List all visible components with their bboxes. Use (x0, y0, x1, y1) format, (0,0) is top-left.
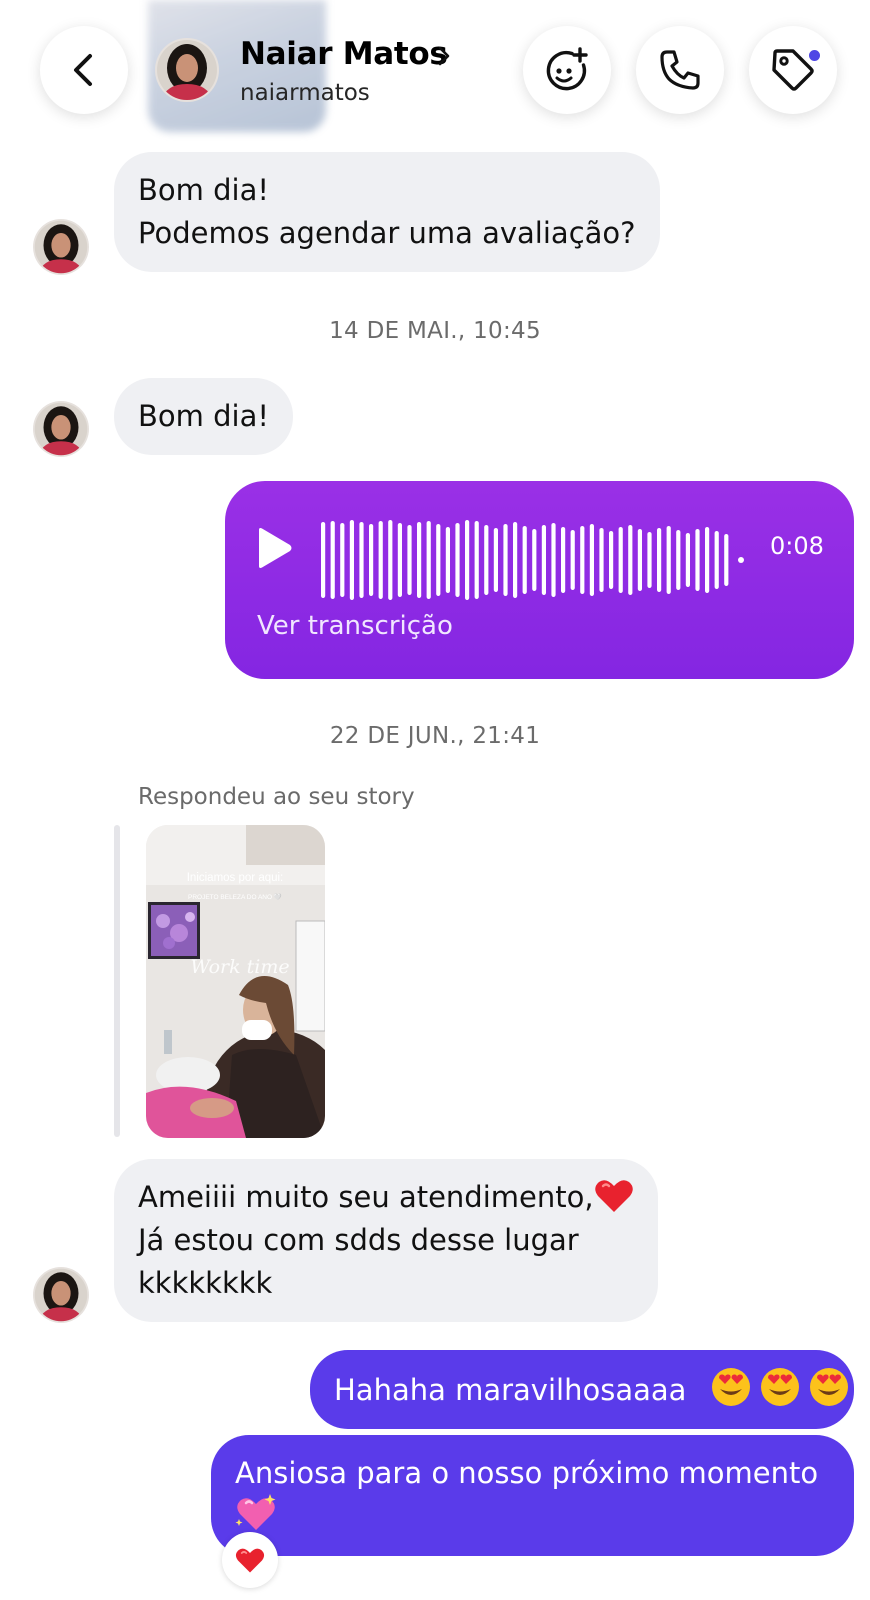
heart-eyes-emoji-icon (711, 1368, 750, 1406)
audio-call-button[interactable] (636, 26, 724, 114)
waveform-bar (359, 522, 364, 598)
waveform-bar (695, 529, 700, 591)
waveform-bar (397, 523, 402, 597)
waveform-bar (647, 532, 652, 588)
sparkling-heart-icon (235, 1494, 276, 1530)
story-thumbnail[interactable]: Iniciamos por aqui: PROJETO BELEZA DO AN… (146, 825, 325, 1138)
waveform-bar (474, 521, 479, 599)
heart-eyes-emoji-icon (761, 1368, 800, 1406)
message-bubble-outgoing[interactable]: Ansiosa para o nosso próximo momento (211, 1435, 854, 1556)
waveform-bar (340, 523, 345, 597)
waveform-bar (551, 523, 556, 597)
waveform-bar (455, 523, 460, 597)
tag-button[interactable] (749, 26, 837, 114)
story-overlay-script: Work time (190, 956, 289, 978)
message-text: Hahaha maravilhosaaaa (334, 1373, 687, 1407)
story-overlay-text: Iniciamos por aqui: (187, 872, 284, 884)
waveform-bar (465, 520, 470, 600)
waveform-bar (561, 527, 566, 593)
effects-button[interactable] (523, 26, 611, 114)
contact-name[interactable]: Naiar Matos (240, 36, 448, 72)
waveform-bar (714, 531, 719, 589)
message-bubble-incoming[interactable]: Ameiiii muito seu atendimento, Já estou … (114, 1159, 658, 1322)
message-bubble-incoming[interactable]: Bom dia! Podemos agendar uma avaliação? (114, 152, 660, 272)
waveform-bar (436, 524, 441, 596)
story-overlay-text: PROJETO BELEZA DO ANO 🤍 (188, 893, 283, 901)
waveform-bar (321, 522, 326, 598)
waveform-bar (522, 526, 527, 594)
waveform-bar (580, 526, 585, 594)
story-reply-label: Respondeu ao seu story (138, 784, 415, 810)
play-icon[interactable] (253, 526, 293, 570)
waveform-bar (666, 526, 671, 594)
waveform-bar (618, 527, 623, 593)
message-reaction[interactable] (222, 1532, 278, 1588)
timestamp: 14 DE MAI., 10:45 (329, 318, 541, 344)
red-heart-icon (235, 1548, 265, 1572)
waveform-bar (532, 529, 537, 591)
waveform-bar (388, 520, 393, 600)
reply-indicator-bar (114, 825, 120, 1137)
audio-message-bubble[interactable]: 0:08 Ver transcrição (225, 481, 854, 679)
waveform-bar (637, 529, 642, 591)
waveform-bar (589, 524, 594, 596)
waveform-bar (493, 528, 498, 592)
sender-avatar[interactable] (33, 1267, 89, 1323)
waveform-bar (378, 521, 383, 599)
waveform-bar (705, 527, 710, 593)
sender-avatar[interactable] (33, 401, 89, 457)
message-text: Bom dia! (138, 173, 269, 207)
message-text: Ansiosa para o nosso próximo momento (235, 1456, 819, 1490)
message-text: Ameiiii muito seu atendimento, (138, 1180, 594, 1214)
waveform-bar (609, 531, 614, 589)
waveform-bar (570, 530, 575, 590)
waveform-end-dot (738, 557, 744, 563)
waveform-bar (407, 525, 412, 595)
contact-avatar[interactable] (155, 38, 219, 102)
back-arrow-icon (74, 54, 92, 86)
waveform-bar (676, 530, 681, 590)
audio-waveform[interactable] (319, 519, 759, 601)
waveform-bar (445, 527, 450, 593)
waveform-bar (513, 522, 518, 598)
message-bubble-incoming[interactable]: Bom dia! (114, 378, 293, 455)
waveform-bar (417, 522, 422, 598)
message-text: Podemos agendar uma avaliação? (138, 216, 636, 250)
header-backdrop (0, 0, 870, 150)
red-heart-icon (594, 1180, 633, 1212)
waveform-bar (349, 520, 354, 600)
waveform-bar (724, 534, 729, 586)
audio-duration: 0:08 (770, 532, 824, 560)
waveform-bar (541, 525, 546, 595)
waveform-bar (369, 524, 374, 596)
message-bubble-outgoing[interactable]: Hahaha maravilhosaaaa (310, 1350, 854, 1429)
waveform-bar (484, 525, 489, 595)
view-transcript-link[interactable]: Ver transcrição (257, 611, 453, 641)
waveform-bar (657, 528, 662, 592)
sender-avatar[interactable] (33, 219, 89, 275)
contact-username: naiarmatos (240, 80, 370, 106)
waveform-bar (426, 521, 431, 599)
heart-eyes-emoji-icon (810, 1368, 849, 1406)
waveform-bar (628, 525, 633, 595)
waveform-bar (503, 524, 508, 596)
message-text: kkkkkkkk (138, 1266, 273, 1300)
back-button[interactable] (40, 26, 128, 114)
waveform-bar (330, 521, 335, 599)
message-text: Já estou com sdds desse lugar (138, 1223, 579, 1257)
timestamp: 22 DE JUN., 21:41 (329, 723, 541, 749)
phone-icon (660, 50, 700, 90)
chevron-right-icon[interactable] (437, 45, 453, 67)
notification-dot (807, 48, 822, 63)
effects-icon (546, 47, 588, 91)
message-text: Bom dia! (138, 399, 269, 433)
waveform-bar (685, 533, 690, 587)
waveform-bar (599, 528, 604, 592)
